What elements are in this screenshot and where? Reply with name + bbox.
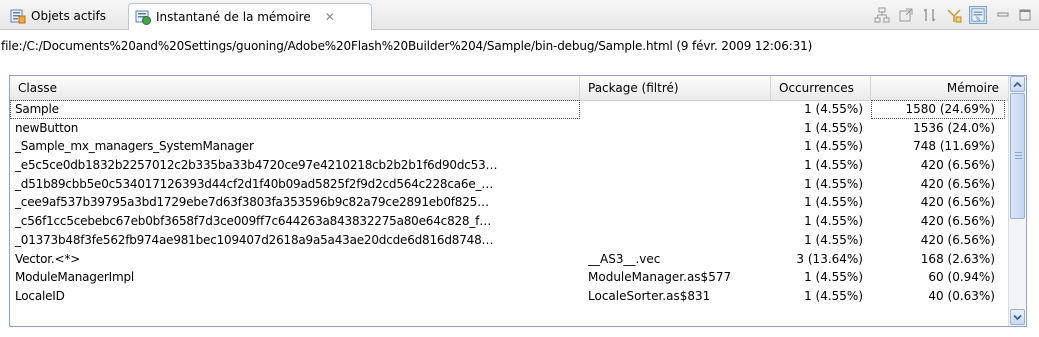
open-type-icon [899, 8, 913, 22]
cell-occurrences: 1 (4.55%) [804, 288, 863, 303]
cell-occurrences: 1 (4.55%) [804, 139, 863, 154]
cell-package [580, 175, 771, 194]
cell-occurrences: 1 (4.55%) [804, 195, 863, 210]
table-row[interactable]: _01373b48f3fe562fb974ae981bec109407d2618… [10, 231, 1010, 250]
cell-classe: _e5c5ce0db1832b2257012c2b335ba33b4720ce9… [15, 158, 498, 173]
hierarchy-button[interactable] [873, 6, 891, 24]
cell-memoire: 748 (11.69%) [913, 139, 995, 154]
cell-memoire: 40 (0.63%) [928, 288, 995, 303]
cell-occurrences: 1 (4.55%) [804, 158, 863, 173]
cell-memoire: 420 (6.56%) [920, 232, 995, 247]
cell-classe: _c56f1cc5cebebc67eb0bf3658f7d3ce009ff7c6… [15, 214, 491, 229]
find-loitering-icon [923, 8, 936, 22]
cell-package [580, 212, 771, 231]
cell-package [580, 137, 771, 156]
cell-package [580, 231, 771, 250]
table-row[interactable]: ModuleManagerImpl ModuleManager.as$577 1… [10, 268, 1010, 287]
grip-line [1015, 155, 1022, 156]
cell-classe: ModuleManagerImpl [15, 270, 135, 285]
cell-classe: Sample [10, 100, 580, 119]
grip-line [1015, 152, 1022, 153]
cell-classe: _d51b89cbb5e0c534017126393d44cf2d1f40b09… [15, 176, 494, 191]
cell-occurrences: 1 (4.55%) [804, 214, 863, 229]
find-loitering-button[interactable] [921, 6, 939, 24]
grip-line [1015, 158, 1022, 159]
cell-memoire: 420 (6.56%) [920, 214, 995, 229]
tab-instantane-memoire[interactable]: Instantané de la mémoire ✕ [128, 3, 372, 30]
svg-text:%: % [976, 16, 981, 22]
view-toolbar: % [873, 5, 1031, 25]
vertical-scrollbar[interactable] [1008, 76, 1026, 326]
cell-occurrences: 3 (13.64%) [796, 251, 863, 266]
column-header-memoire[interactable]: Mémoire [871, 76, 1010, 100]
cell-memoire: 420 (6.56%) [920, 176, 995, 191]
chevron-up-icon [1013, 81, 1022, 87]
chevron-down-icon [1013, 314, 1022, 320]
cell-memoire: 1580 (24.69%) [871, 100, 1005, 119]
tab-label: Objets actifs [31, 9, 107, 23]
cell-memoire: 420 (6.56%) [920, 158, 995, 173]
memory-snapshot-icon [135, 10, 151, 25]
filters-icon [947, 9, 962, 23]
table-row[interactable]: Vector.<*> __AS3__.vec 3 (13.64%) 168 (2… [10, 250, 1010, 269]
cell-memoire: 420 (6.56%) [920, 195, 995, 210]
view-tab-strip: Objets actifs Instantané de la mémoire ✕ [0, 0, 1039, 30]
table-row[interactable]: Sample 1 (4.55%) 1580 (24.69%) [10, 100, 1010, 119]
minimize-icon[interactable] [997, 9, 1009, 21]
memory-table: Classe Package (filtré) Occurrences Mémo… [9, 75, 1027, 327]
cell-classe: Vector.<*> [15, 251, 81, 266]
cell-occurrences: 1 (4.55%) [804, 102, 863, 116]
table-body: Sample 1 (4.55%) 1580 (24.69%) newButton… [10, 100, 1010, 306]
open-type-button[interactable] [897, 6, 915, 24]
tab-label: Instantané de la mémoire [156, 10, 311, 24]
scroll-up-button[interactable] [1010, 76, 1025, 92]
cell-occurrences: 1 (4.55%) [804, 270, 863, 285]
cell-occurrences: 1 (4.55%) [804, 176, 863, 191]
package-toggle-icon: % [971, 8, 985, 22]
cell-classe: newButton [15, 120, 79, 135]
cell-classe: LocaleID [15, 288, 65, 303]
table-row[interactable]: _c56f1cc5cebebc67eb0bf3658f7d3ce009ff7c6… [10, 212, 1010, 231]
cell-package: ModuleManager.as$577 [588, 270, 732, 285]
hierarchy-icon [874, 7, 890, 23]
tab-objets-actifs[interactable]: Objets actifs [4, 4, 128, 28]
scroll-thumb[interactable] [1010, 93, 1025, 219]
table-row[interactable]: newButton 1 (4.55%) 1536 (24.0%) [10, 119, 1010, 138]
cell-package [580, 100, 771, 119]
close-icon[interactable]: ✕ [325, 10, 335, 24]
table-header: Classe Package (filtré) Occurrences Mémo… [10, 76, 1010, 101]
scroll-down-button[interactable] [1010, 309, 1025, 325]
column-header-package[interactable]: Package (filtré) [580, 76, 771, 100]
table-row[interactable]: _cee9af537b39795a3bd1729ebe7d63f3803fa35… [10, 193, 1010, 212]
snapshot-path: file:/C:/Documents%20and%20Settings/guon… [1, 39, 813, 53]
filters-button[interactable] [945, 6, 963, 24]
cell-package: LocaleSorter.as$831 [588, 288, 711, 303]
table-row[interactable]: _Sample_mx_managers_SystemManager 1 (4.5… [10, 137, 1010, 156]
cell-package [580, 119, 771, 138]
table-row[interactable]: _e5c5ce0db1832b2257012c2b335ba33b4720ce9… [10, 156, 1010, 175]
cell-package: __AS3__.vec [588, 251, 661, 266]
cell-package [580, 193, 771, 212]
cell-memoire: 168 (2.63%) [920, 251, 995, 266]
column-header-occurrences[interactable]: Occurrences [771, 76, 871, 100]
cell-package [580, 156, 771, 175]
cell-classe: _cee9af537b39795a3bd1729ebe7d63f3803fa35… [15, 195, 489, 210]
cell-occurrences: 1 (4.55%) [804, 232, 863, 247]
column-header-classe[interactable]: Classe [10, 76, 580, 100]
cell-occurrences: 1 (4.55%) [804, 120, 863, 135]
cell-memoire: 60 (0.94%) [928, 270, 995, 285]
table-row[interactable]: LocaleID LocaleSorter.as$831 1 (4.55%) 4… [10, 287, 1010, 306]
cell-classe: _01373b48f3fe562fb974ae981bec109407d2618… [15, 232, 494, 247]
table-row[interactable]: _d51b89cbb5e0c534017126393d44cf2d1f40b09… [10, 175, 1010, 194]
live-objects-icon [10, 9, 26, 24]
cell-classe: _Sample_mx_managers_SystemManager [15, 139, 254, 154]
cell-memoire: 1536 (24.0%) [913, 120, 995, 135]
maximize-icon[interactable] [1019, 9, 1031, 21]
package-toggle-button[interactable]: % [969, 6, 987, 24]
